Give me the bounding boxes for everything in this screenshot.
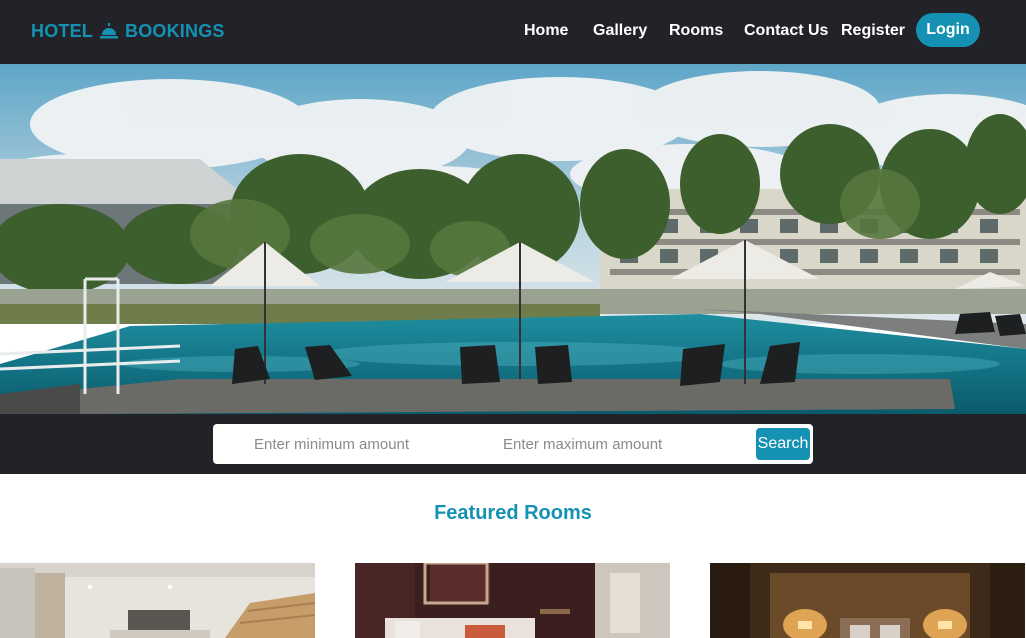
nav-link-gallery[interactable]: Gallery (593, 19, 647, 43)
room-card-3[interactable] (710, 563, 1025, 638)
login-button[interactable]: Login (916, 13, 980, 47)
nav-link-rooms[interactable]: Rooms (669, 19, 723, 43)
room-card-1[interactable] (0, 563, 315, 638)
bedroom-photo (355, 563, 670, 638)
search-band: Search (0, 414, 1026, 474)
nav-link-contact[interactable]: Contact Us (744, 19, 828, 43)
nav-link-register[interactable]: Register (841, 19, 905, 43)
brand-logo[interactable]: HOTEL BOOKINGS (31, 19, 225, 43)
hero-image (0, 64, 1026, 414)
room-card-2[interactable] (355, 563, 670, 638)
navbar: HOTEL BOOKINGS Home Gallery Rooms Contac… (0, 0, 1026, 64)
brand-text-right: BOOKINGS (125, 20, 225, 41)
search-box: Search (213, 424, 813, 464)
nav-link-home[interactable]: Home (524, 19, 568, 43)
brand-text-left: HOTEL (31, 20, 93, 41)
living-room-photo (0, 563, 315, 638)
bell-icon (100, 23, 118, 39)
bedroom-lamps-photo (710, 563, 1025, 638)
hotel-pool-photo (0, 64, 1026, 414)
min-amount-input[interactable] (254, 430, 474, 458)
max-amount-input[interactable] (503, 430, 733, 458)
search-button[interactable]: Search (756, 428, 810, 460)
featured-rooms-heading: Featured Rooms (434, 502, 592, 524)
